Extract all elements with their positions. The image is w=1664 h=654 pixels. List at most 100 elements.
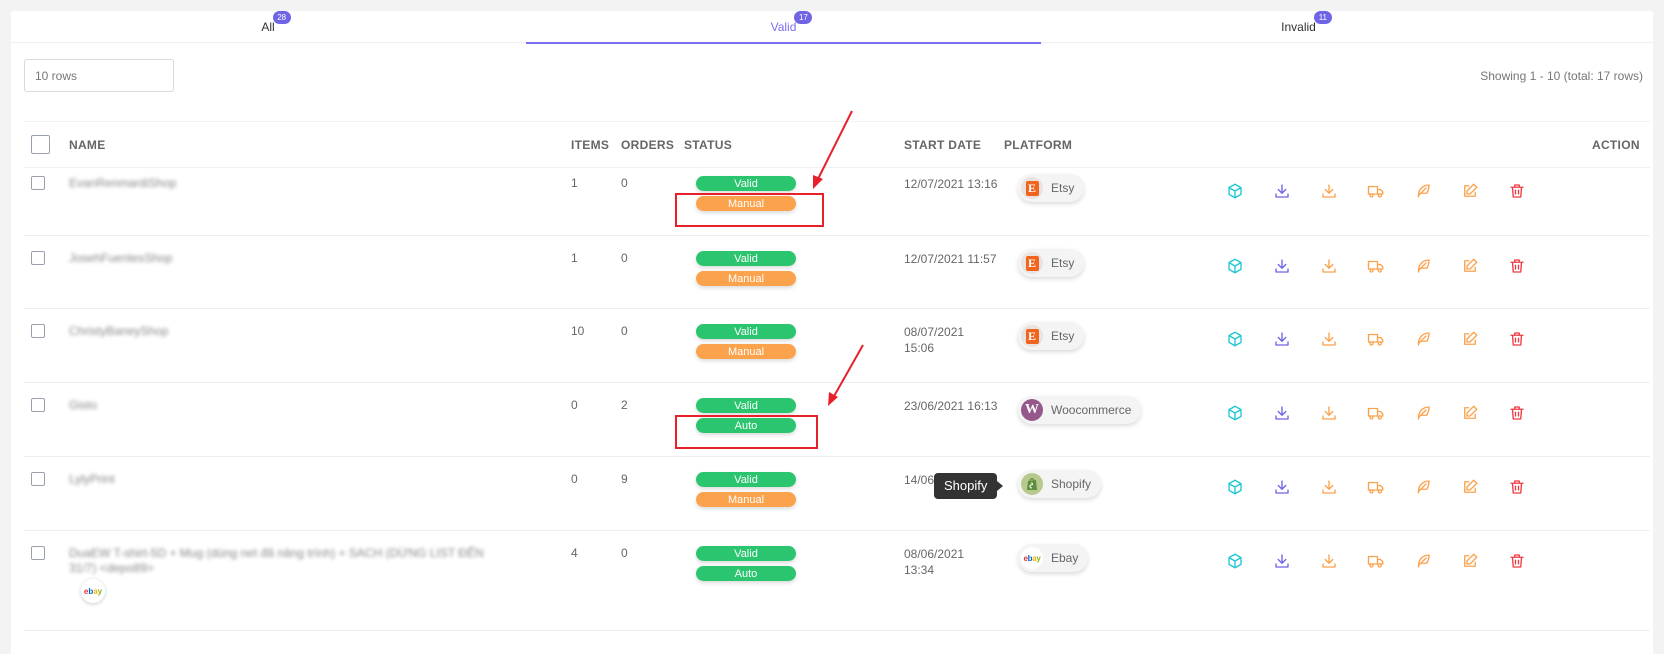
items-count: 1 xyxy=(571,251,578,265)
platform-badge[interactable]: E Etsy xyxy=(1018,174,1085,202)
row-checkbox[interactable] xyxy=(31,398,45,412)
trash-icon[interactable] xyxy=(1508,552,1526,570)
table-row: JosehFuentesShop 1 0 Valid Manual 12/07/2021 … xyxy=(24,236,1650,309)
header-action: ACTION xyxy=(1592,138,1640,152)
store-name[interactable]: EvanRenmardiShop xyxy=(69,176,369,191)
download-icon[interactable] xyxy=(1273,552,1291,570)
start-date: 08/06/2021 13:34 xyxy=(904,547,965,577)
import-icon[interactable] xyxy=(1320,330,1338,348)
header-orders: ORDERS xyxy=(621,138,675,152)
download-icon[interactable] xyxy=(1273,257,1291,275)
import-icon[interactable] xyxy=(1320,404,1338,422)
tab-all[interactable]: All 28 xyxy=(11,11,525,43)
trash-icon[interactable] xyxy=(1508,330,1526,348)
trash-icon[interactable] xyxy=(1508,182,1526,200)
platform-name: Ebay xyxy=(1051,551,1079,565)
feather-icon[interactable] xyxy=(1414,478,1432,496)
edit-icon[interactable] xyxy=(1461,182,1479,200)
orders-count: 0 xyxy=(621,324,628,338)
edit-icon[interactable] xyxy=(1461,257,1479,275)
orders-count: 0 xyxy=(621,251,628,265)
truck-icon[interactable] xyxy=(1367,330,1385,348)
trash-icon[interactable] xyxy=(1508,478,1526,496)
status-badge: Valid xyxy=(696,176,796,191)
row-checkbox[interactable] xyxy=(31,472,45,486)
edit-icon[interactable] xyxy=(1461,330,1479,348)
truck-icon[interactable] xyxy=(1367,478,1385,496)
select-all-checkbox[interactable] xyxy=(31,135,50,154)
header-start-date: START DATE xyxy=(904,138,982,152)
orders-count: 2 xyxy=(621,398,628,412)
feather-icon[interactable] xyxy=(1414,404,1432,422)
truck-icon[interactable] xyxy=(1367,257,1385,275)
start-date: 08/07/2021 15:06 xyxy=(904,325,965,355)
trash-icon[interactable] xyxy=(1508,257,1526,275)
store-name[interactable]: DuaEW T-shirt-5D + Mug (dùng net đã nâng… xyxy=(69,546,509,576)
download-icon[interactable] xyxy=(1273,182,1291,200)
store-name[interactable]: Gisto xyxy=(69,398,369,413)
edit-icon[interactable] xyxy=(1461,478,1479,496)
annotation-box-manual xyxy=(675,193,824,227)
download-icon[interactable] xyxy=(1273,404,1291,422)
package-icon[interactable] xyxy=(1226,257,1244,275)
tab-all-count-badge: 28 xyxy=(272,11,291,24)
truck-icon[interactable] xyxy=(1367,182,1385,200)
platform-badge[interactable]: E Etsy xyxy=(1018,322,1085,350)
download-icon[interactable] xyxy=(1273,478,1291,496)
annotation-arrow-1 xyxy=(813,110,853,189)
platform-badge[interactable]: e b a y Ebay xyxy=(1018,544,1089,572)
platform-badge[interactable]: W Woocommerce xyxy=(1018,396,1142,424)
store-name[interactable]: ChristyBaneyShop xyxy=(69,324,369,339)
trash-icon[interactable] xyxy=(1508,404,1526,422)
package-icon[interactable] xyxy=(1226,552,1244,570)
header-name: NAME xyxy=(69,138,106,152)
start-date: 12/07/2021 11:57 xyxy=(904,252,997,266)
download-icon[interactable] xyxy=(1273,330,1291,348)
stores-card: All28 Valid17 Invalid11 Showing 1 - 10 (… xyxy=(11,11,1653,654)
feather-icon[interactable] xyxy=(1414,330,1432,348)
edit-icon[interactable] xyxy=(1461,552,1479,570)
tab-invalid[interactable]: Invalid 11 xyxy=(1041,11,1556,43)
edit-icon[interactable] xyxy=(1461,404,1479,422)
table-row: LylyPrint 0 9 Valid Manual 14/06/Shopify xyxy=(24,457,1650,531)
row-actions xyxy=(1226,182,1536,202)
import-icon[interactable] xyxy=(1320,257,1338,275)
row-checkbox[interactable] xyxy=(31,176,45,190)
pagination-summary: Showing 1 - 10 (total: 17 rows) xyxy=(1480,69,1643,83)
sync-mode-badge: Manual xyxy=(696,344,796,359)
row-checkbox[interactable] xyxy=(31,324,45,338)
orders-count: 9 xyxy=(621,472,628,486)
import-icon[interactable] xyxy=(1320,552,1338,570)
feather-icon[interactable] xyxy=(1414,182,1432,200)
truck-icon[interactable] xyxy=(1367,552,1385,570)
rows-per-page-select[interactable] xyxy=(24,59,174,92)
feather-icon[interactable] xyxy=(1414,552,1432,570)
row-actions xyxy=(1226,404,1536,424)
tab-valid[interactable]: Valid 17 xyxy=(526,11,1041,44)
store-name[interactable]: LylyPrint xyxy=(69,472,369,487)
store-name[interactable]: JosehFuentesShop xyxy=(69,251,369,266)
platform-tooltip: Shopify xyxy=(934,473,1004,499)
platform-name: Etsy xyxy=(1051,256,1075,270)
package-icon[interactable] xyxy=(1226,478,1244,496)
row-actions xyxy=(1226,257,1536,277)
truck-icon[interactable] xyxy=(1367,404,1385,422)
header-platform: PLATFORM xyxy=(1004,138,1073,152)
annotation-arrow-2 xyxy=(828,344,864,406)
row-checkbox[interactable] xyxy=(31,251,45,265)
import-icon[interactable] xyxy=(1320,478,1338,496)
row-checkbox[interactable] xyxy=(31,546,45,560)
package-icon[interactable] xyxy=(1226,182,1244,200)
etsy-logo-icon: E xyxy=(1021,325,1043,347)
feather-icon[interactable] xyxy=(1414,257,1432,275)
start-date: 23/06/2021 16:13 xyxy=(904,399,998,413)
platform-badge[interactable]: Shopify xyxy=(1018,470,1102,498)
status-badge: Valid xyxy=(696,472,796,487)
row-actions xyxy=(1226,330,1536,350)
platform-badge[interactable]: E Etsy xyxy=(1018,249,1085,277)
import-icon[interactable] xyxy=(1320,182,1338,200)
shopify-logo-icon xyxy=(1021,473,1043,495)
row-actions xyxy=(1226,552,1536,572)
package-icon[interactable] xyxy=(1226,404,1244,422)
package-icon[interactable] xyxy=(1226,330,1244,348)
